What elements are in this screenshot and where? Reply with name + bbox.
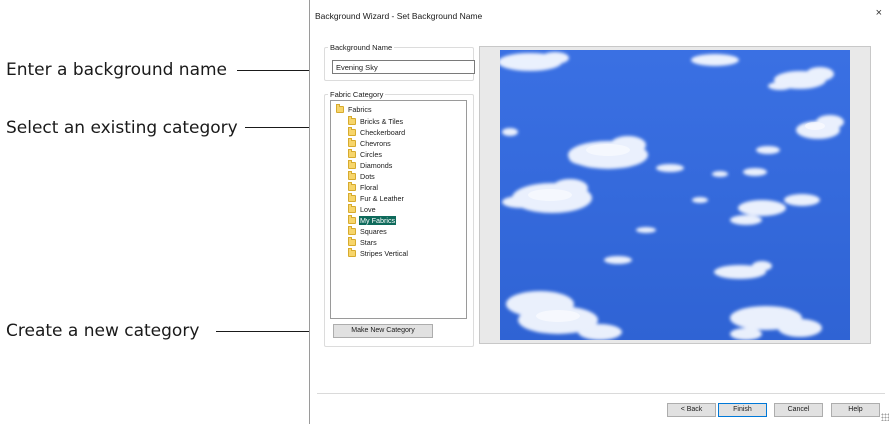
tree-item-label: Dots [360,171,375,181]
tree-item[interactable]: Checkerboard [348,126,406,137]
background-preview [479,46,871,344]
make-new-category-button[interactable]: Make New Category [333,324,433,338]
cancel-button[interactable]: Cancel [774,403,823,417]
background-wizard-dialog: Background Wizard - Set Background Name … [309,0,892,424]
dialog-title: Background Wizard - Set Background Name [315,11,483,21]
help-button[interactable]: Help [831,403,880,417]
close-icon[interactable]: × [876,8,882,19]
folder-icon [348,170,356,180]
folder-icon [348,214,356,224]
background-name-input[interactable] [332,60,475,74]
back-button[interactable]: < Back [667,403,716,417]
folder-icon [348,203,356,213]
folder-icon [348,225,356,235]
clouds-image [500,50,850,340]
tree-item-label: Love [360,204,376,214]
folder-icon [348,137,356,147]
tree-root-label: Fabrics [348,104,372,114]
tree-item-selected[interactable]: My Fabrics [348,214,397,225]
folder-icon [348,192,356,202]
tree-item[interactable]: Bricks & Tiles [348,115,404,126]
tree-item[interactable]: Circles [348,148,383,159]
tree-item-label: Floral [360,182,378,192]
tree-item[interactable]: Dots [348,170,376,181]
folder-icon [348,247,356,257]
tree-item[interactable]: Squares [348,225,388,236]
folder-icon [348,115,356,125]
tree-item-label: Fur & Leather [360,193,404,203]
resize-grip-icon[interactable] [881,413,889,421]
finish-button[interactable]: Finish [718,403,767,417]
tree-item[interactable]: Diamonds [348,159,393,170]
callout-new-category: Create a new category [6,321,200,341]
category-tree[interactable]: Fabrics Bricks & Tiles Checkerboard Chev… [330,100,467,319]
tree-item-label: Bricks & Tiles [360,116,404,126]
tree-item-label: Circles [360,149,382,159]
tree-item-label: Stripes Vertical [360,248,408,258]
tree-item-label: My Fabrics [359,215,397,225]
tree-item[interactable]: Stripes Vertical [348,247,409,258]
tree-item[interactable]: Fur & Leather [348,192,405,203]
folder-icon [348,181,356,191]
callout-background-name: Enter a background name [6,60,228,80]
fabric-category-legend: Fabric Category [330,90,384,99]
footer-divider [317,393,885,394]
folder-icon [348,236,356,246]
tree-item[interactable]: Love [348,203,377,214]
callout-category: Select an existing category [6,118,238,138]
folder-icon [348,126,356,136]
tree-item[interactable]: Chevrons [348,137,392,148]
sky-preview-image [500,50,850,340]
tree-item[interactable]: Floral [348,181,379,192]
tree-item-fabrics[interactable]: Fabrics [336,103,373,114]
tree-item-label: Stars [360,237,377,247]
folder-icon [348,159,356,169]
tree-item-label: Diamonds [360,160,393,170]
tree-item[interactable]: Stars [348,236,378,247]
tree-item-label: Chevrons [360,138,391,148]
tree-item-label: Checkerboard [360,127,406,137]
tree-item-label: Squares [360,226,387,236]
folder-icon [348,148,356,158]
background-name-legend: Background Name [330,43,393,52]
folder-icon [336,103,344,113]
